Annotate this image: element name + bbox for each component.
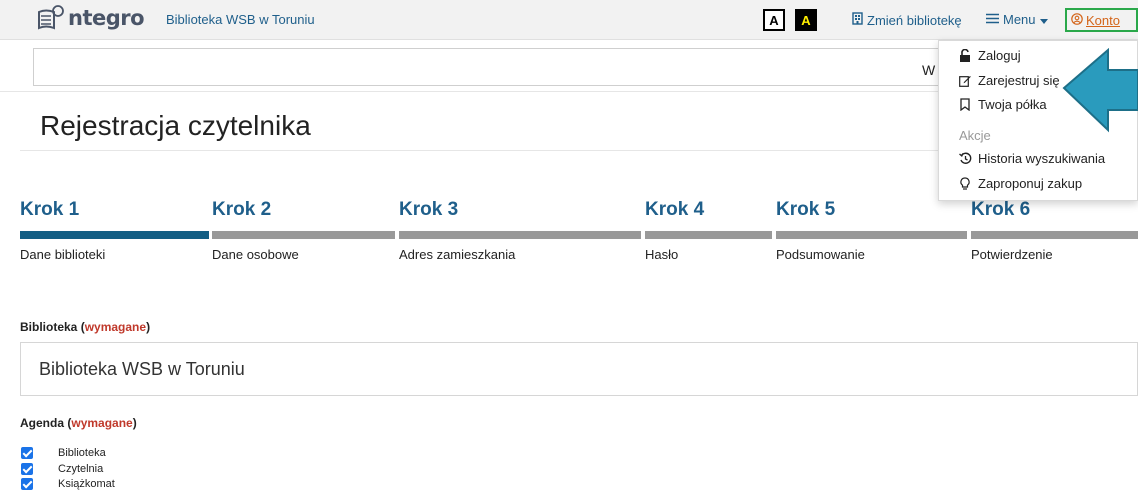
change-library-button[interactable]: Zmień bibliotekę (852, 12, 962, 28)
step-4: Krok 4 Hasło (645, 199, 772, 262)
menu-item-shelf[interactable]: Twoja półka (959, 97, 1047, 112)
step-label: Dane osobowe (212, 247, 299, 262)
checkbox-checked[interactable] (21, 478, 33, 490)
step-label: Dane biblioteki (20, 247, 106, 262)
agenda-option-czytelnia[interactable]: Czytelnia (21, 463, 103, 475)
edit-icon (959, 74, 971, 87)
step-label: Adres zamieszkania (399, 247, 516, 262)
menu-item-history[interactable]: Historia wyszukiwania (959, 151, 1105, 166)
agenda-option-ksiazkomat[interactable]: Książkomat (21, 478, 115, 490)
menu-label: Menu (1003, 12, 1036, 27)
agenda-option-label: Czytelnia (58, 463, 104, 475)
agenda-option-biblioteka[interactable]: Biblioteka (21, 447, 106, 459)
required-marker: wymagane (71, 416, 133, 430)
agenda-label-text: Agenda (20, 416, 65, 430)
agenda-option-label: Książkomat (58, 478, 115, 490)
menu-item-suggest-purchase[interactable]: Zaproponuj zakup (959, 176, 1082, 191)
page: ntegro Biblioteka WSB w Toruniu A A Zmie… (0, 0, 1138, 491)
agenda-field-label: Agenda (wymagane) (20, 416, 137, 430)
logo-text: ntegro (68, 6, 145, 30)
contrast-normal-button[interactable]: A (763, 9, 785, 31)
caret-down-icon (1039, 12, 1048, 27)
menu-item-label: Zaproponuj zakup (978, 176, 1083, 191)
logo-book-icon (36, 4, 66, 32)
user-circle-icon (1071, 12, 1083, 28)
search-scope-text[interactable]: W (922, 62, 935, 78)
step-progress-bar (645, 231, 772, 239)
step-title: Krok 1 (20, 199, 80, 220)
callout-arrow-icon (1062, 48, 1138, 133)
contrast-high-button[interactable]: A (795, 9, 817, 31)
step-label: Potwierdzenie (971, 247, 1053, 262)
menu-button[interactable]: Menu (986, 12, 1048, 27)
page-title: Rejestracja czytelnika (40, 110, 311, 141)
history-icon (959, 152, 972, 165)
menu-item-label: Zaloguj (978, 48, 1021, 63)
hamburger-icon (986, 12, 999, 27)
required-marker: wymagane (84, 320, 147, 334)
step-progress-bar-active (20, 231, 209, 239)
step-progress-bar (399, 231, 641, 239)
actions-header: Akcje (959, 128, 991, 143)
change-library-label: Zmień bibliotekę (867, 12, 962, 28)
library-field-label: Biblioteka (wymagane) (20, 320, 151, 334)
lightbulb-icon (959, 177, 971, 190)
step-1: Krok 1 Dane biblioteki (20, 199, 209, 262)
library-name-link[interactable]: Biblioteka WSB w Toruniu (166, 12, 315, 27)
step-progress-bar (971, 231, 1138, 239)
menu-item-register[interactable]: Zarejestruj się (959, 73, 1060, 88)
menu-item-login[interactable]: Zaloguj (959, 48, 1021, 63)
step-progress-bar (776, 231, 967, 239)
step-title: Krok 2 (212, 199, 272, 220)
top-bar: ntegro Biblioteka WSB w Toruniu A A Zmie… (0, 0, 1138, 40)
step-title: Krok 3 (399, 199, 459, 220)
menu-item-label: Twoja półka (978, 97, 1047, 112)
bookmark-icon (959, 98, 971, 112)
agenda-option-label: Biblioteka (58, 447, 106, 459)
account-button[interactable]: Konto (1065, 8, 1138, 32)
step-title: Krok 5 (776, 199, 836, 220)
step-progress-bar (212, 231, 395, 239)
library-select[interactable]: Biblioteka WSB w Toruniu (20, 342, 1138, 396)
menu-item-label: Zarejestruj się (978, 73, 1060, 88)
unlock-icon (959, 48, 971, 62)
checkbox-checked[interactable] (21, 463, 33, 475)
step-label: Podsumowanie (776, 247, 865, 262)
menu-item-label: Historia wyszukiwania (978, 151, 1106, 166)
account-label: Konto (1086, 12, 1120, 28)
step-title: Krok 6 (971, 199, 1031, 220)
building-icon (852, 12, 863, 28)
library-label-text: Biblioteka (20, 320, 78, 334)
integro-logo[interactable]: ntegro (36, 4, 145, 32)
step-2: Krok 2 Dane osobowe (212, 199, 395, 262)
checkbox-checked[interactable] (21, 447, 33, 459)
step-6: Krok 6 Potwierdzenie (971, 199, 1138, 262)
step-label: Hasło (645, 247, 679, 262)
step-3: Krok 3 Adres zamieszkania (399, 199, 641, 262)
step-title: Krok 4 (645, 199, 705, 220)
step-5: Krok 5 Podsumowanie (776, 199, 967, 262)
